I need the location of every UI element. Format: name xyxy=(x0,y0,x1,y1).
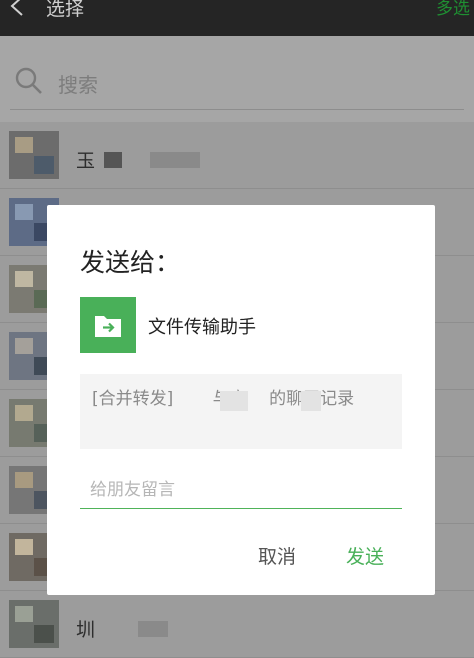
contact-name: 玉 xyxy=(76,150,96,172)
redaction-mask xyxy=(301,391,321,411)
redacted-name xyxy=(104,152,122,168)
send-to-dialog: 发送给： 文件传输助手 [合并转发] 与启 的聊天记录 取消 发送 xyxy=(47,205,435,595)
contact-row[interactable]: 圳 xyxy=(0,591,474,658)
search-underline xyxy=(10,109,464,110)
folder-arrow-icon xyxy=(95,316,121,337)
top-bar: 选择 多选 xyxy=(0,0,474,36)
redacted-name xyxy=(150,152,200,168)
contact-row[interactable]: 玉 xyxy=(0,122,474,189)
dialog-title: 发送给： xyxy=(80,248,181,277)
send-button[interactable]: 发送 xyxy=(340,538,390,573)
comment-input[interactable] xyxy=(80,471,402,509)
multi-select-button[interactable]: 多选 xyxy=(436,0,470,19)
redacted-name xyxy=(138,621,168,637)
page-title: 选择 xyxy=(46,0,85,20)
redaction-mask xyxy=(220,391,248,411)
search-placeholder: 搜索 xyxy=(58,73,98,97)
cancel-button[interactable]: 取消 xyxy=(252,538,302,573)
recipient-name: 文件传输助手 xyxy=(148,317,256,338)
back-arrow-icon[interactable] xyxy=(6,0,30,21)
message-preview: [合并转发] 与启 的聊天记录 xyxy=(80,374,402,449)
search-bar[interactable]: 搜索 xyxy=(0,36,474,122)
avatar xyxy=(9,131,59,179)
file-transfer-avatar xyxy=(80,297,136,353)
search-icon xyxy=(15,67,42,94)
contact-name: 圳 xyxy=(76,619,96,641)
